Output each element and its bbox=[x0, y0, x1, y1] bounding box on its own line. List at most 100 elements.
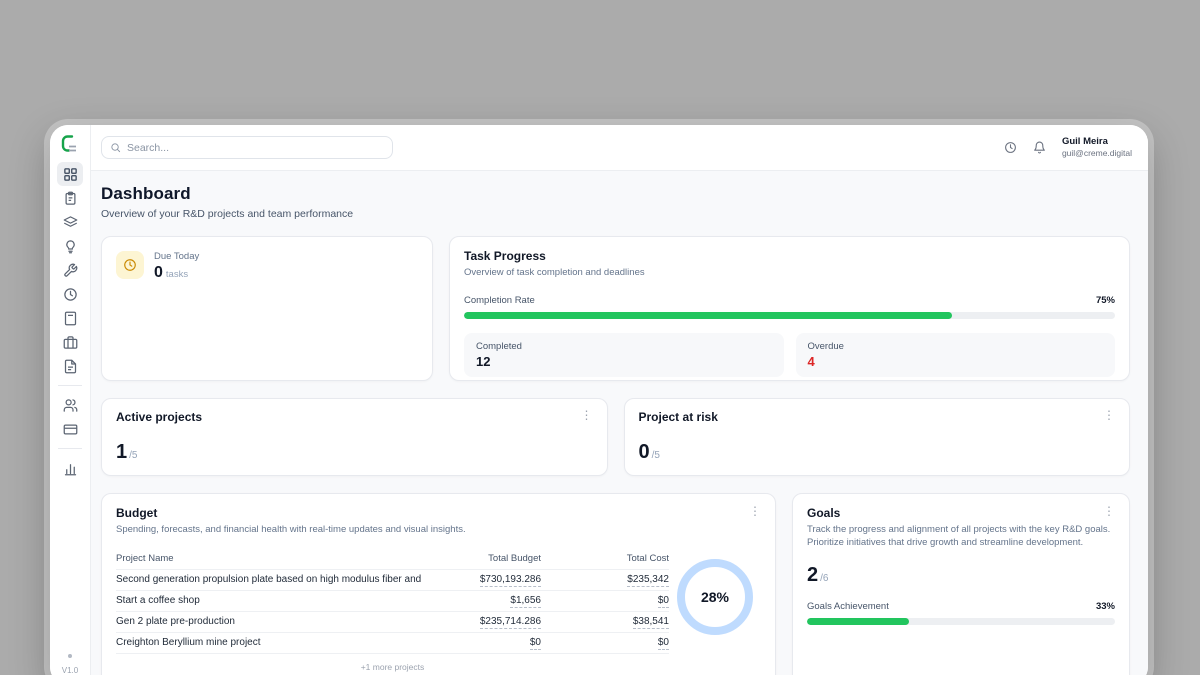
sidebar-item-analytics[interactable] bbox=[57, 456, 83, 480]
task-progress-card: Task Progress Overview of task completio… bbox=[449, 236, 1130, 381]
total-cost-value[interactable]: $38,541 bbox=[633, 616, 669, 629]
project-name: Gen 2 plate pre-production bbox=[116, 616, 421, 627]
total-cost-value[interactable]: $0 bbox=[658, 595, 669, 608]
total-budget-value[interactable]: $235,714.286 bbox=[480, 616, 541, 629]
task-progress-subtitle: Overview of task completion and deadline… bbox=[464, 267, 1115, 280]
goals-kebab-menu-icon[interactable]: ⋮ bbox=[1103, 506, 1115, 516]
search-icon bbox=[110, 142, 121, 153]
app-logo-icon bbox=[60, 134, 80, 154]
task-progress-title: Task Progress bbox=[464, 249, 1115, 263]
goals-subtitle: Track the progress and alignment of all … bbox=[807, 524, 1115, 550]
user-menu[interactable]: Guil Meira guil@creme.digital bbox=[1062, 136, 1132, 159]
briefcase-icon bbox=[63, 335, 78, 350]
goals-value: 2 bbox=[807, 564, 818, 587]
total-budget-value[interactable]: $0 bbox=[530, 637, 541, 650]
clipboard-icon bbox=[63, 191, 78, 206]
budget-donut-percentage: 28% bbox=[701, 589, 729, 605]
total-cost-value[interactable]: $235,342 bbox=[627, 574, 669, 587]
project-at-risk-title: Project at risk bbox=[639, 410, 718, 424]
budget-table: Project Name Total Budget Total Cost Sec… bbox=[116, 549, 669, 672]
users-icon bbox=[63, 398, 78, 413]
sidebar-item-time[interactable] bbox=[57, 282, 83, 306]
budget-donut-chart: 28% bbox=[677, 559, 753, 635]
search-box[interactable] bbox=[101, 136, 393, 159]
sidebar-item-ideas[interactable] bbox=[57, 234, 83, 258]
grid-icon bbox=[63, 167, 78, 182]
project-name: Creighton Beryllium mine project bbox=[116, 637, 421, 648]
completion-rate-label: Completion Rate bbox=[464, 295, 535, 306]
goals-card: Goals ⋮ Track the progress and alignment… bbox=[792, 493, 1130, 675]
active-projects-total: /5 bbox=[129, 450, 137, 461]
due-today-label: Due Today bbox=[154, 251, 199, 262]
page-header: Dashboard Overview of your R&D projects … bbox=[101, 184, 1130, 220]
project-at-risk-kebab-menu-icon[interactable]: ⋮ bbox=[1103, 410, 1115, 420]
wrench-icon bbox=[63, 263, 78, 278]
goals-total: /6 bbox=[820, 573, 828, 584]
user-name: Guil Meira bbox=[1062, 136, 1132, 148]
sidebar-divider bbox=[58, 448, 82, 449]
page-title: Dashboard bbox=[101, 184, 1130, 204]
notifications-bell-icon[interactable] bbox=[1033, 141, 1046, 154]
goals-achievement-progress-fill bbox=[807, 618, 909, 625]
more-projects-link[interactable]: +1 more projects bbox=[116, 662, 669, 672]
lightbulb-icon bbox=[63, 239, 78, 254]
completion-rate-value: 75% bbox=[1096, 295, 1115, 306]
topbar: Guil Meira guil@creme.digital bbox=[91, 125, 1148, 171]
completed-stat-box: Completed 12 bbox=[464, 333, 784, 377]
active-projects-kebab-menu-icon[interactable]: ⋮ bbox=[581, 410, 593, 420]
sidebar-item-tools[interactable] bbox=[57, 258, 83, 282]
table-row[interactable]: Start a coffee shop $1,656 $0 bbox=[116, 591, 669, 612]
completion-rate-progressbar bbox=[464, 312, 1115, 319]
app-window: V1.0 Guil Meira guil@creme.digital bbox=[50, 125, 1148, 675]
sidebar: V1.0 bbox=[50, 125, 91, 675]
sidebar-item-dashboard[interactable] bbox=[57, 162, 83, 186]
due-today-clock-icon bbox=[116, 251, 144, 279]
column-header-project-name: Project Name bbox=[116, 553, 421, 564]
goals-achievement-label: Goals Achievement bbox=[807, 601, 889, 612]
total-budget-value[interactable]: $1,656 bbox=[510, 595, 541, 608]
table-row[interactable]: Creighton Beryllium mine project $0 $0 bbox=[116, 633, 669, 654]
overdue-value: 4 bbox=[808, 354, 1104, 369]
search-input[interactable] bbox=[127, 142, 384, 154]
clock-icon bbox=[63, 287, 78, 302]
total-budget-value[interactable]: $730,193.286 bbox=[480, 574, 541, 587]
active-projects-value: 1 bbox=[116, 441, 127, 464]
project-name: Second generation propulsion plate based… bbox=[116, 574, 421, 585]
user-email: guil@creme.digital bbox=[1062, 148, 1132, 159]
project-at-risk-total: /5 bbox=[652, 450, 660, 461]
dashboard-content: Dashboard Overview of your R&D projects … bbox=[91, 171, 1148, 675]
calculator-icon bbox=[63, 311, 78, 326]
goals-achievement-progressbar bbox=[807, 618, 1115, 625]
total-cost-value[interactable]: $0 bbox=[658, 637, 669, 650]
app-version: V1.0 bbox=[62, 666, 78, 675]
table-row[interactable]: Second generation propulsion plate based… bbox=[116, 570, 669, 591]
active-projects-card: Active projects ⋮ 1 /5 bbox=[101, 398, 608, 476]
overdue-stat-box: Overdue 4 bbox=[796, 333, 1116, 377]
active-projects-title: Active projects bbox=[116, 410, 202, 424]
sidebar-item-portfolio[interactable] bbox=[57, 330, 83, 354]
bar-chart-icon bbox=[63, 461, 78, 476]
sidebar-divider bbox=[58, 385, 82, 386]
due-today-card: Due Today 0tasks bbox=[101, 236, 433, 381]
sidebar-item-tasks[interactable] bbox=[57, 186, 83, 210]
budget-table-header: Project Name Total Budget Total Cost bbox=[116, 549, 669, 570]
sidebar-item-billing[interactable] bbox=[57, 417, 83, 441]
sidebar-item-budget[interactable] bbox=[57, 306, 83, 330]
completed-label: Completed bbox=[476, 341, 772, 352]
sidebar-item-projects[interactable] bbox=[57, 210, 83, 234]
table-row[interactable]: Gen 2 plate pre-production $235,714.286 … bbox=[116, 612, 669, 633]
recent-activity-clock-icon[interactable] bbox=[1004, 141, 1017, 154]
budget-card: Budget ⋮ Spending, forecasts, and financ… bbox=[101, 493, 776, 675]
budget-title: Budget bbox=[116, 506, 157, 520]
project-at-risk-value: 0 bbox=[639, 441, 650, 464]
budget-kebab-menu-icon[interactable]: ⋮ bbox=[749, 506, 761, 516]
file-icon bbox=[63, 359, 78, 374]
sidebar-item-team[interactable] bbox=[57, 393, 83, 417]
due-today-unit: tasks bbox=[166, 269, 188, 280]
sidebar-item-documents[interactable] bbox=[57, 354, 83, 378]
budget-subtitle: Spending, forecasts, and financial healt… bbox=[116, 524, 761, 537]
page-subtitle: Overview of your R&D projects and team p… bbox=[101, 208, 1130, 220]
due-today-value: 0 bbox=[154, 264, 163, 281]
goals-title: Goals bbox=[807, 506, 840, 520]
overdue-label: Overdue bbox=[808, 341, 1104, 352]
